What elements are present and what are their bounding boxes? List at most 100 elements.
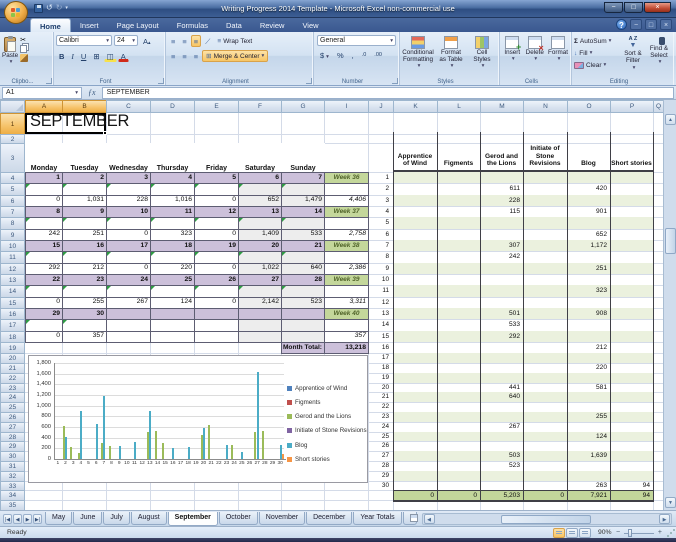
normal-view-button[interactable] (553, 528, 565, 538)
qat-dropdown-icon[interactable]: ▾ (65, 3, 68, 13)
copy-icon[interactable] (20, 45, 27, 53)
project-value-cell[interactable]: 901 (567, 206, 610, 217)
project-value-cell[interactable]: 420 (567, 183, 610, 194)
column-header-I[interactable]: I (324, 100, 369, 113)
day-number-cell[interactable]: 17 (368, 353, 392, 363)
percent-button[interactable]: % (334, 49, 347, 61)
calendar-value-cell[interactable]: 357 (62, 331, 107, 343)
day-number-cell[interactable]: 30 (368, 481, 392, 491)
zoom-in-icon[interactable]: + (658, 529, 662, 536)
currency-button[interactable]: $▾ (317, 49, 332, 61)
name-box[interactable]: A1▾ (2, 87, 82, 99)
month-total-label-cell[interactable]: Month Total: (281, 342, 325, 354)
wrap-text-button[interactable]: ≡ Wrap Text (214, 35, 255, 47)
insert-cells-button[interactable]: + Insert▾ (501, 34, 524, 83)
day-number-cell[interactable]: 8 (368, 251, 392, 262)
day-number-cell[interactable]: 18 (368, 363, 392, 373)
insert-worksheet-tab[interactable] (403, 512, 417, 525)
day-number-cell[interactable]: 23 (368, 412, 392, 422)
paste-dropdown-icon[interactable]: ▾ (10, 59, 13, 65)
day-number-cell[interactable]: 2 (368, 183, 392, 194)
autosum-button[interactable]: Σ AutoSum▾ (574, 35, 620, 47)
column-header-G[interactable]: G (281, 100, 325, 113)
clear-button[interactable]: Clear▾ (574, 59, 620, 71)
conditional-formatting-button[interactable]: Conditional Formatting▾ (401, 34, 435, 83)
project-value-cell[interactable]: 267 (480, 422, 523, 432)
project-total-cell[interactable]: 0 (393, 490, 437, 500)
project-value-cell[interactable]: 441 (480, 383, 523, 393)
day-number-cell[interactable]: 25 (368, 432, 392, 442)
column-header-N[interactable]: N (523, 100, 568, 113)
sort-filter-button[interactable]: A Z ▼ Sort & Filter▾ (620, 35, 646, 82)
sheet-tab-july[interactable]: July (103, 512, 129, 525)
project-value-cell[interactable]: 1,639 (567, 451, 610, 461)
project-value-cell[interactable]: 307 (480, 240, 523, 251)
bold-button[interactable]: B (56, 50, 67, 62)
zoom-thumb[interactable] (628, 529, 632, 537)
day-number-cell[interactable]: 24 (368, 422, 392, 432)
ribbon-tab-home[interactable]: Home (30, 18, 71, 32)
column-header-M[interactable]: M (480, 100, 524, 113)
day-number-cell[interactable]: 21 (368, 392, 392, 402)
project-value-cell[interactable]: 640 (480, 392, 523, 402)
delete-cells-button[interactable]: × Delete▾ (524, 34, 547, 83)
project-value-cell[interactable]: 611 (480, 183, 523, 194)
format-painter-icon[interactable] (20, 54, 28, 62)
project-value-cell[interactable]: 242 (480, 251, 523, 262)
sheet-tab-may[interactable]: May (45, 512, 72, 525)
undo-icon[interactable]: ↺ (46, 3, 53, 13)
horizontal-scrollbar[interactable]: ◀ ▶ (422, 513, 672, 525)
border-button[interactable]: ⊞ (90, 50, 102, 62)
ribbon-tab-view[interactable]: View (293, 18, 327, 32)
decrease-decimal-button[interactable]: .00 (371, 49, 385, 61)
day-number-cell[interactable]: 13 (368, 308, 392, 319)
sheet-tab-september[interactable]: September (168, 512, 218, 526)
day-number-cell[interactable]: 5 (368, 217, 392, 228)
day-number-cell[interactable]: 20 (368, 383, 392, 393)
next-sheet-icon[interactable]: ▶ (23, 514, 32, 524)
ribbon-tab-review[interactable]: Review (251, 18, 294, 32)
day-number-cell[interactable]: 6 (368, 229, 392, 240)
calendar-value-cell[interactable] (106, 331, 151, 343)
doc-restore-icon[interactable]: □ (645, 19, 657, 30)
fill-button[interactable]: ↓ Fill▾ (574, 47, 620, 59)
doc-close-icon[interactable]: × (660, 19, 672, 30)
project-value-cell[interactable]: 581 (567, 383, 610, 393)
align-right-icon[interactable]: ≡ (191, 50, 201, 62)
project-value-cell[interactable]: 212 (567, 342, 610, 353)
font-size-select[interactable]: 24▾ (114, 35, 138, 46)
underline-button[interactable]: U (78, 50, 89, 62)
project-value-cell[interactable]: 292 (480, 331, 523, 342)
select-all-corner[interactable] (0, 100, 25, 113)
project-value-cell[interactable]: 251 (567, 263, 610, 274)
day-number-cell[interactable]: 27 (368, 451, 392, 461)
row-header-3[interactable]: 3 (0, 143, 25, 173)
font-dialog-launcher-icon[interactable] (158, 78, 164, 84)
project-total-cell[interactable]: 0 (523, 490, 567, 500)
font-color-button[interactable]: A (118, 50, 129, 62)
zoom-slider[interactable]: − + (616, 528, 662, 538)
project-value-cell[interactable]: 124 (567, 432, 610, 442)
help-icon[interactable]: ? (616, 19, 627, 30)
minimize-button[interactable]: − (604, 2, 623, 13)
day-number-cell[interactable]: 16 (368, 342, 392, 353)
ribbon-tab-formulas[interactable]: Formulas (168, 18, 217, 32)
ribbon-tab-insert[interactable]: Insert (71, 18, 108, 32)
project-value-cell[interactable]: 501 (480, 308, 523, 319)
day-number-cell[interactable]: 22 (368, 402, 392, 412)
page-layout-view-button[interactable] (566, 528, 578, 538)
align-left-icon[interactable]: ≡ (168, 50, 178, 62)
project-value-cell[interactable]: 115 (480, 206, 523, 217)
format-as-table-button[interactable]: Format as Table▾ (435, 34, 467, 83)
day-number-cell[interactable]: 28 (368, 461, 392, 471)
day-number-cell[interactable]: 9 (368, 263, 392, 274)
calendar-value-cell[interactable] (150, 331, 195, 343)
writing-progress-chart[interactable]: 02004006008001,0001,2001,4001,6001,80012… (28, 355, 368, 483)
cell-styles-button[interactable]: Cell Styles▾ (467, 34, 497, 83)
alignment-dialog-launcher-icon[interactable] (306, 78, 312, 84)
align-center-icon[interactable]: ≡ (179, 50, 189, 62)
font-name-select[interactable]: Calibri▾ (56, 35, 112, 46)
formula-input[interactable]: SEPTEMBER (102, 87, 674, 99)
day-number-cell[interactable]: 14 (368, 319, 392, 330)
scroll-down-icon[interactable]: ▼ (665, 497, 676, 508)
